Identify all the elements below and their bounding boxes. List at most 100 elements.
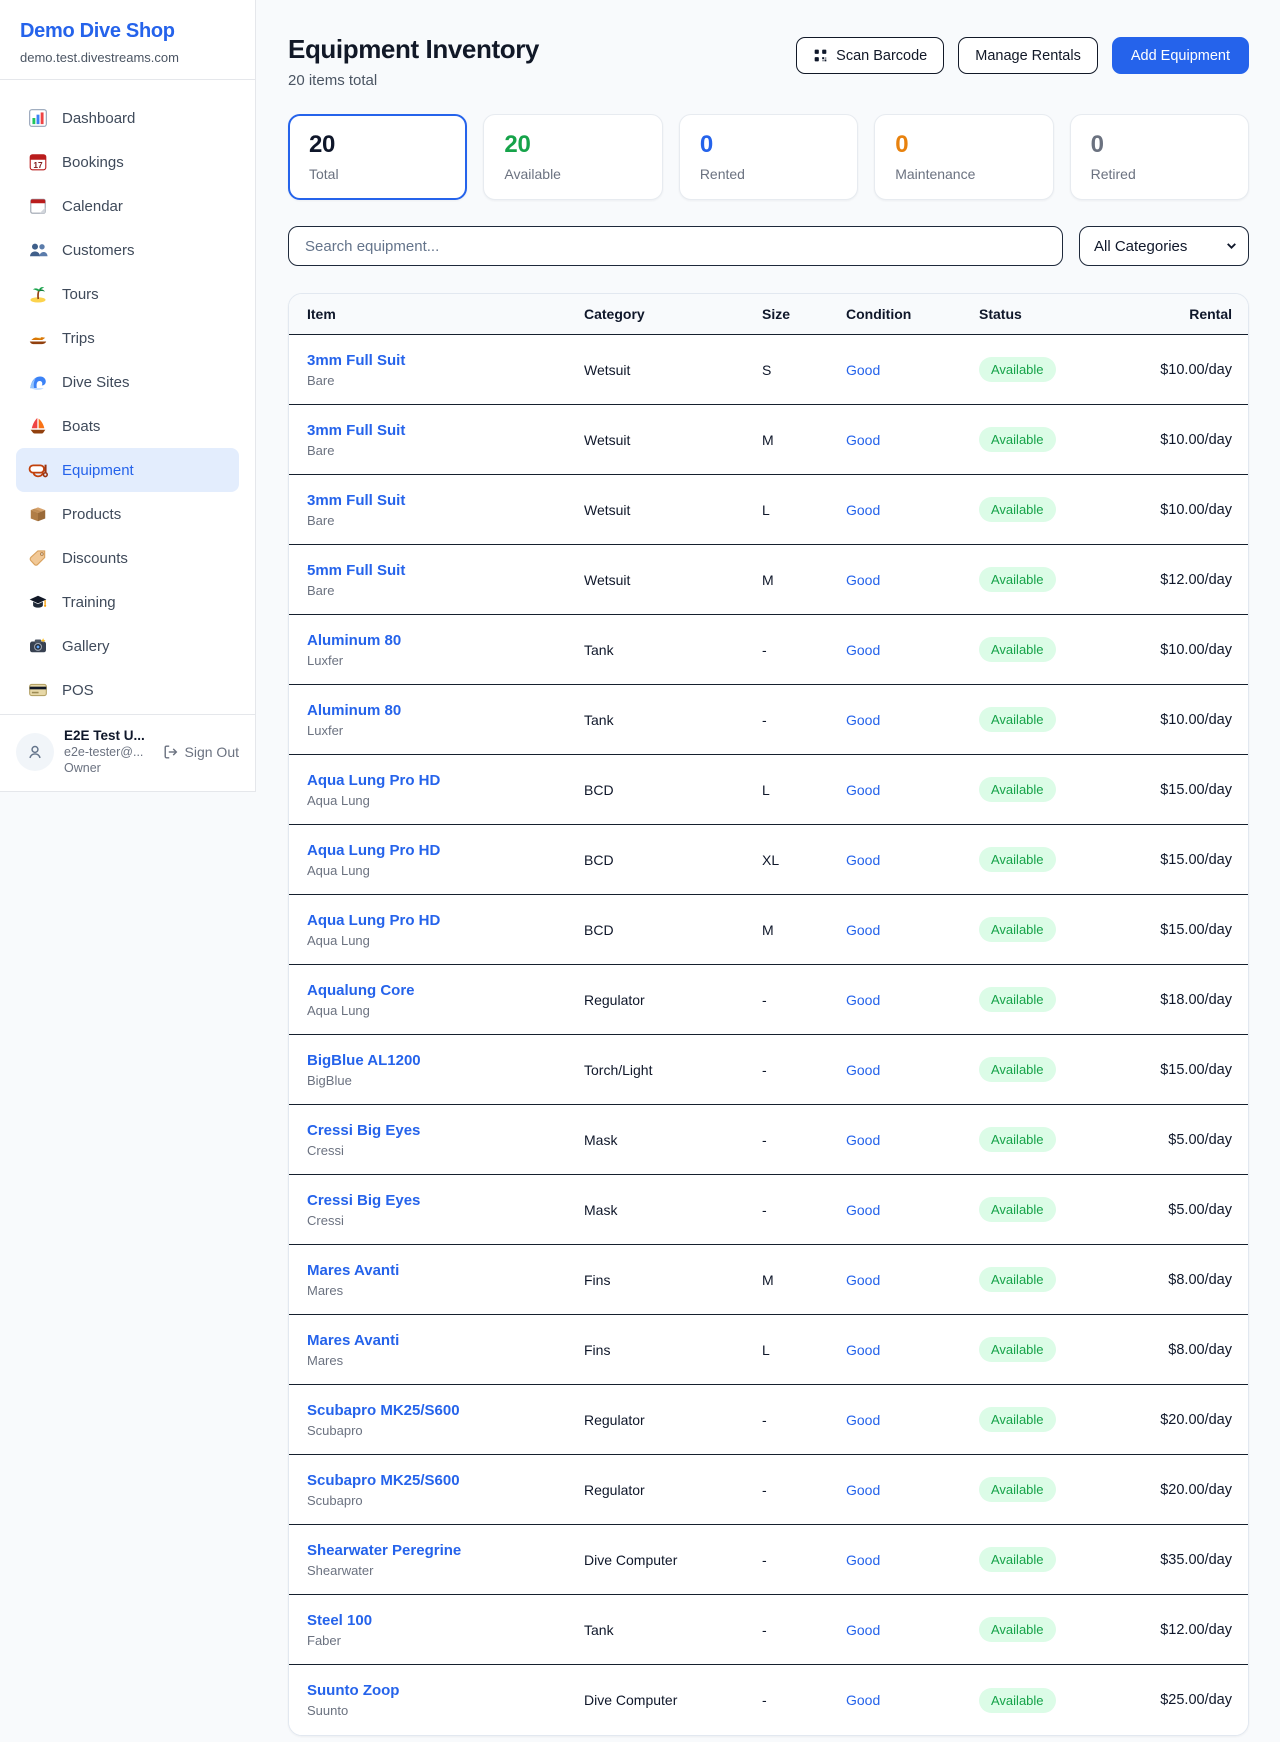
user-name: E2E Test U... [64, 728, 151, 743]
item-name-link[interactable]: Aqua Lung Pro HD [307, 842, 584, 859]
rental-cell: $35.00/day [1139, 1552, 1232, 1568]
status-badge: Available [979, 987, 1056, 1012]
status-badge: Available [979, 357, 1056, 382]
item-name-link[interactable]: Scubapro MK25/S600 [307, 1472, 584, 1489]
item-name-link[interactable]: 3mm Full Suit [307, 422, 584, 439]
stat-card-available[interactable]: 20Available [483, 114, 662, 200]
manage-rentals-button[interactable]: Manage Rentals [958, 37, 1098, 74]
condition-link[interactable]: Good [846, 572, 979, 588]
condition-link[interactable]: Good [846, 502, 979, 518]
condition-link[interactable]: Good [846, 922, 979, 938]
size-cell: - [762, 1202, 846, 1218]
status-cell: Available [979, 1407, 1139, 1432]
item-cell: Cressi Big EyesCressi [307, 1192, 584, 1228]
stat-card-total[interactable]: 20Total [288, 114, 467, 200]
sidebar-item-discounts[interactable]: Discounts [16, 536, 239, 580]
sidebar-item-pos[interactable]: POS [16, 668, 239, 712]
rental-cell: $15.00/day [1139, 922, 1232, 938]
stat-card-rented[interactable]: 0Rented [679, 114, 858, 200]
sidebar-item-dashboard[interactable]: Dashboard [16, 96, 239, 140]
item-name-link[interactable]: Mares Avanti [307, 1262, 584, 1279]
item-cell: Aluminum 80Luxfer [307, 702, 584, 738]
category-select[interactable]: All Categories [1079, 226, 1249, 266]
sign-out-button[interactable]: Sign Out [163, 744, 239, 760]
item-name-link[interactable]: Suunto Zoop [307, 1682, 584, 1699]
item-brand: Aqua Lung [307, 863, 584, 878]
column-header-item: Item [307, 306, 584, 322]
condition-link[interactable]: Good [846, 1412, 979, 1428]
table-row: Steel 100FaberTank-GoodAvailable$12.00/d… [289, 1595, 1248, 1665]
condition-link[interactable]: Good [846, 992, 979, 1008]
item-brand: Mares [307, 1353, 584, 1368]
table-row: 3mm Full SuitBareWetsuitMGoodAvailable$1… [289, 405, 1248, 475]
status-badge: Available [979, 1267, 1056, 1292]
item-cell: Scubapro MK25/S600Scubapro [307, 1472, 584, 1508]
item-name-link[interactable]: Mares Avanti [307, 1332, 584, 1349]
item-name-link[interactable]: Aluminum 80 [307, 632, 584, 649]
condition-link[interactable]: Good [846, 1342, 979, 1358]
item-name-link[interactable]: 3mm Full Suit [307, 492, 584, 509]
condition-link[interactable]: Good [846, 782, 979, 798]
sidebar-item-calendar[interactable]: Calendar [16, 184, 239, 228]
sidebar-item-tours[interactable]: Tours [16, 272, 239, 316]
item-name-link[interactable]: 5mm Full Suit [307, 562, 584, 579]
stat-card-maintenance[interactable]: 0Maintenance [874, 114, 1053, 200]
sidebar-item-bookings[interactable]: 17Bookings [16, 140, 239, 184]
item-name-link[interactable]: Cressi Big Eyes [307, 1122, 584, 1139]
rental-cell: $15.00/day [1139, 852, 1232, 868]
sidebar-item-dive-sites[interactable]: Dive Sites [16, 360, 239, 404]
add-equipment-button[interactable]: Add Equipment [1112, 37, 1249, 74]
condition-link[interactable]: Good [846, 1062, 979, 1078]
calendar-pad-icon [28, 196, 48, 216]
item-name-link[interactable]: Steel 100 [307, 1612, 584, 1629]
condition-link[interactable]: Good [846, 642, 979, 658]
condition-link[interactable]: Good [846, 712, 979, 728]
stat-card-retired[interactable]: 0Retired [1070, 114, 1249, 200]
logout-icon [163, 744, 179, 760]
condition-link[interactable]: Good [846, 1272, 979, 1288]
status-badge: Available [979, 1477, 1056, 1502]
condition-link[interactable]: Good [846, 362, 979, 378]
rental-cell: $5.00/day [1139, 1132, 1232, 1148]
item-name-link[interactable]: Aluminum 80 [307, 702, 584, 719]
sidebar-item-products[interactable]: Products [16, 492, 239, 536]
item-name-link[interactable]: Aqua Lung Pro HD [307, 912, 584, 929]
status-cell: Available [979, 1057, 1139, 1082]
condition-link[interactable]: Good [846, 1622, 979, 1638]
search-input[interactable] [288, 226, 1063, 266]
item-name-link[interactable]: Aqualung Core [307, 982, 584, 999]
category-cell: Mask [584, 1202, 762, 1218]
sidebar-item-customers[interactable]: Customers [16, 228, 239, 272]
condition-link[interactable]: Good [846, 852, 979, 868]
table-row: 3mm Full SuitBareWetsuitLGoodAvailable$1… [289, 475, 1248, 545]
status-badge: Available [979, 1337, 1056, 1362]
status-badge: Available [979, 427, 1056, 452]
item-name-link[interactable]: 3mm Full Suit [307, 352, 584, 369]
item-name-link[interactable]: Scubapro MK25/S600 [307, 1402, 584, 1419]
sidebar-item-label: Trips [62, 330, 95, 347]
sidebar-item-boats[interactable]: Boats [16, 404, 239, 448]
rental-cell: $15.00/day [1139, 1062, 1232, 1078]
condition-link[interactable]: Good [846, 1202, 979, 1218]
table-row: Aqualung CoreAqua LungRegulator-GoodAvai… [289, 965, 1248, 1035]
sidebar-item-gallery[interactable]: Gallery [16, 624, 239, 668]
condition-link[interactable]: Good [846, 1132, 979, 1148]
condition-link[interactable]: Good [846, 1692, 979, 1708]
condition-link[interactable]: Good [846, 1552, 979, 1568]
stat-label: Retired [1091, 166, 1228, 182]
size-cell: L [762, 502, 846, 518]
item-name-link[interactable]: BigBlue AL1200 [307, 1052, 584, 1069]
item-name-link[interactable]: Cressi Big Eyes [307, 1192, 584, 1209]
scan-barcode-button[interactable]: Scan Barcode [796, 37, 944, 74]
sidebar-item-training[interactable]: Training [16, 580, 239, 624]
sidebar-item-equipment[interactable]: Equipment [16, 448, 239, 492]
status-cell: Available [979, 1477, 1139, 1502]
brand-name: Demo Dive Shop [20, 20, 235, 43]
status-badge: Available [979, 497, 1056, 522]
item-name-link[interactable]: Shearwater Peregrine [307, 1542, 584, 1559]
condition-link[interactable]: Good [846, 1482, 979, 1498]
sidebar-item-trips[interactable]: Trips [16, 316, 239, 360]
stats-row: 20Total20Available0Rented0Maintenance0Re… [288, 114, 1249, 200]
item-name-link[interactable]: Aqua Lung Pro HD [307, 772, 584, 789]
condition-link[interactable]: Good [846, 432, 979, 448]
